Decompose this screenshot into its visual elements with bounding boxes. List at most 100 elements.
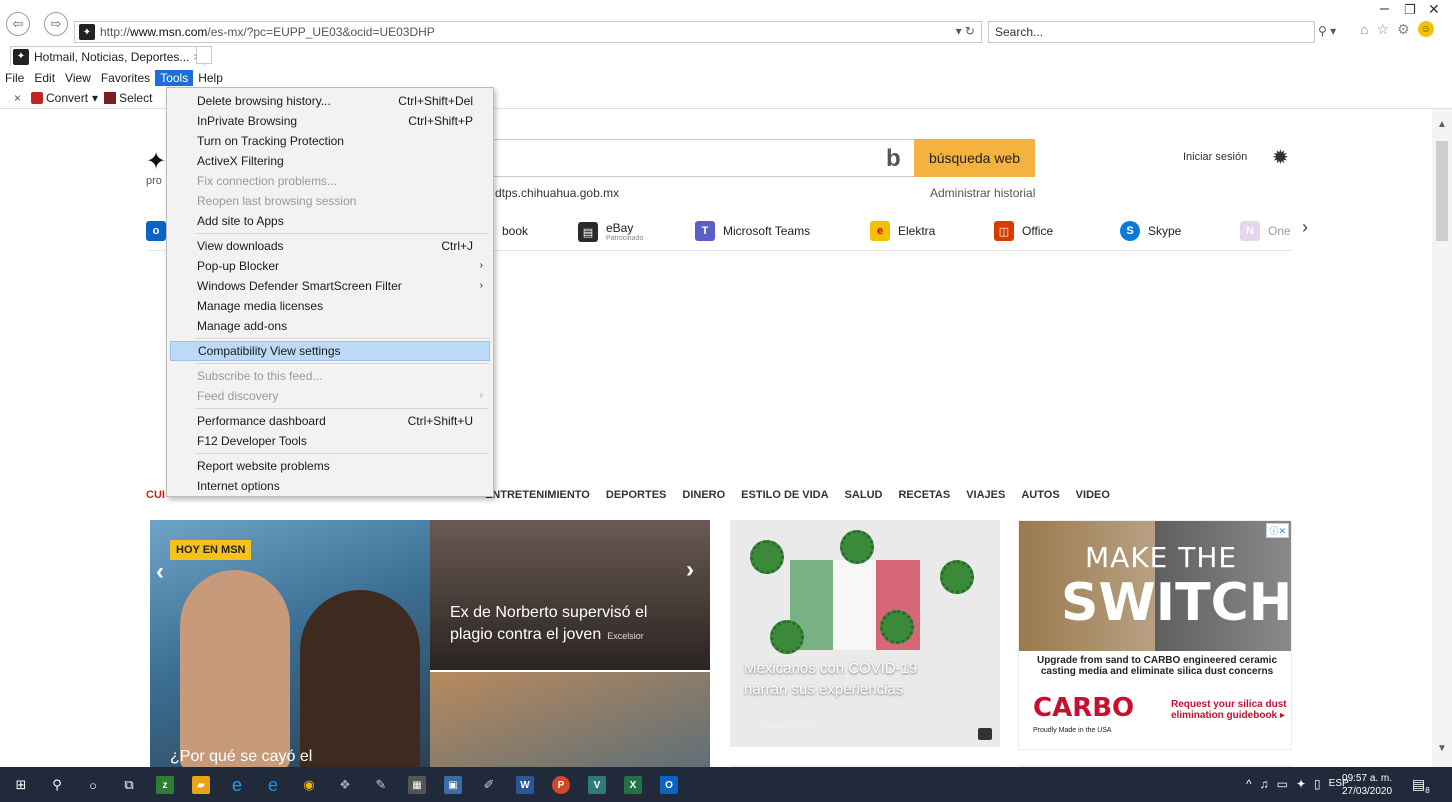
search-dropdown-icon[interactable]: ⚲ ▾ (1318, 24, 1336, 38)
category-item[interactable]: ENTRETENIMIENTO (485, 489, 590, 501)
menu-f12-tools[interactable]: F12 Developer Tools (167, 431, 493, 451)
new-tab-button[interactable] (196, 46, 212, 64)
login-link[interactable]: Iniciar sesión (1183, 151, 1247, 163)
search-icon[interactable]: ⚲ (48, 776, 66, 794)
menu-activex-filtering[interactable]: ActiveX Filtering (167, 151, 493, 171)
excel-icon[interactable]: X (624, 776, 642, 794)
hero-story-card[interactable]: HOY EN MSN ¿Por qué se cayó el (150, 520, 430, 767)
security-icon[interactable]: ✦ (1296, 777, 1306, 791)
menu-view[interactable]: View (60, 70, 96, 86)
quicklink-ebay[interactable]: ▤ eBay Patrocinado (578, 221, 643, 243)
history-query[interactable]: dtps.chihuahua.gob.mx (495, 186, 619, 200)
category-item[interactable]: DEPORTES (606, 489, 667, 501)
notifications-icon[interactable]: ▤8 (1412, 776, 1430, 795)
carbo-advertisement[interactable]: ⓘ✕ MAKE THE SWITCH Upgrade from sand to … (1018, 520, 1292, 750)
calculator-icon[interactable]: ▦ (408, 776, 426, 794)
covid-story-card[interactable]: Mexicanos con COVID-19 narran sus experi… (730, 520, 1000, 747)
convert-button[interactable]: Convert (46, 91, 88, 105)
app-icon[interactable]: ▣ (444, 776, 462, 794)
word-icon[interactable]: W (516, 776, 534, 794)
category-item[interactable]: RECETAS (898, 489, 950, 501)
menu-inprivate[interactable]: InPrivate Browsing Ctrl+Shift+P (167, 111, 493, 131)
menu-performance-dashboard[interactable]: Performance dashboard Ctrl+Shift+U (167, 411, 493, 431)
menu-delete-history[interactable]: Delete browsing history... Ctrl+Shift+Del (167, 91, 493, 111)
quicklinks-next-icon[interactable]: › (1302, 217, 1308, 238)
category-item[interactable]: AUTOS (1021, 489, 1059, 501)
search-input[interactable]: Search... (988, 21, 1315, 43)
task-view-icon[interactable]: ⧉ (120, 776, 138, 794)
menu-edit[interactable]: Edit (29, 70, 60, 86)
menu-smartscreen[interactable]: Windows Defender SmartScreen Filter › (167, 276, 493, 296)
scroll-down-icon[interactable]: ▼ (1437, 743, 1447, 754)
menu-file[interactable]: File (0, 70, 29, 86)
app-icon[interactable]: ❖ (336, 776, 354, 794)
menu-help[interactable]: Help (193, 70, 228, 86)
app-green-icon[interactable]: z (156, 776, 174, 794)
select-button[interactable]: Select (119, 91, 152, 105)
page-scrollbar[interactable]: ▲ ▼ (1432, 109, 1452, 767)
minimize-button[interactable]: – (1380, 0, 1389, 18)
tab-msn[interactable]: ✦ Hotmail, Noticias, Deportes... × (10, 46, 206, 66)
scroll-up-icon[interactable]: ▲ (1437, 119, 1447, 130)
bing-search-button[interactable]: búsqueda web (914, 139, 1035, 177)
outlook-taskbar-icon[interactable]: O (660, 776, 678, 794)
restore-button[interactable]: ❐ (1404, 2, 1416, 18)
address-bar[interactable]: ✦ http://www.msn.com/es-mx/?pc=EUPP_UE03… (74, 21, 982, 43)
close-button[interactable]: ✕ (1428, 1, 1440, 18)
powerpoint-icon[interactable]: P (552, 776, 570, 794)
back-button[interactable]: ⇦ (6, 12, 30, 36)
network-icon[interactable]: ▭ (1277, 777, 1288, 791)
file-explorer-icon[interactable]: ▰ (192, 776, 210, 794)
gear-icon[interactable]: ⚙ (1397, 21, 1410, 38)
favorites-star-icon[interactable]: ☆ (1376, 21, 1389, 38)
mid-story-card[interactable]: Ex de Norberto supervisó el plagio contr… (430, 520, 710, 670)
category-item[interactable]: VIAJES (966, 489, 1005, 501)
app-icon[interactable]: ✎ (372, 776, 390, 794)
menu-tracking-protection[interactable]: Turn on Tracking Protection (167, 131, 493, 151)
menu-media-licenses[interactable]: Manage media licenses (167, 296, 493, 316)
internet-explorer-icon[interactable]: e (228, 775, 246, 795)
visio-icon[interactable]: V (588, 776, 606, 794)
menu-add-site-apps[interactable]: Add site to Apps (167, 211, 493, 231)
category-item[interactable]: ESTILO DE VIDA (741, 489, 828, 501)
chrome-icon[interactable]: ◉ (300, 776, 318, 794)
tray-chevron-icon[interactable]: ^ (1246, 777, 1252, 791)
category-item[interactable]: VIDEO (1076, 489, 1110, 501)
menu-report-problems[interactable]: Report website problems (167, 456, 493, 476)
scroll-thumb[interactable] (1436, 141, 1448, 241)
money-story-card[interactable] (430, 672, 710, 767)
category-first[interactable]: CUI (146, 489, 165, 501)
menu-popup-blocker[interactable]: Pop-up Blocker › (167, 256, 493, 276)
home-icon[interactable]: ⌂ (1360, 21, 1368, 38)
bing-search-input[interactable] (470, 139, 914, 177)
feedback-smiley-icon[interactable]: ☺ (1417, 21, 1434, 37)
volume-icon[interactable]: ♫ (1260, 777, 1269, 791)
quicklink-skype[interactable]: S Skype (1120, 221, 1181, 241)
quicklink-elektra[interactable]: e Elektra (870, 221, 935, 241)
menu-compatibility-view[interactable]: Compatibility View settings (170, 341, 490, 361)
manage-history-link[interactable]: Administrar historial (930, 186, 1035, 200)
windows-start-icon[interactable]: ⊞ (12, 776, 30, 794)
edge-icon[interactable]: e (264, 775, 282, 795)
category-item[interactable]: SALUD (845, 489, 883, 501)
forward-button[interactable]: ⇨ (44, 12, 68, 36)
ad-cta-link[interactable]: Request your silica dust elimination gui… (1171, 699, 1291, 721)
settings-gear-icon[interactable]: ✹ (1272, 145, 1289, 170)
cortana-icon[interactable]: ○ (84, 776, 102, 794)
paint-icon[interactable]: ✐ (480, 776, 498, 794)
close-toolbar-icon[interactable]: × (0, 91, 31, 105)
battery-icon[interactable]: ▯ (1314, 777, 1321, 791)
menu-favorites[interactable]: Favorites (96, 70, 155, 86)
menu-manage-addons[interactable]: Manage add-ons (167, 316, 493, 336)
ad-choices-icon[interactable]: ⓘ✕ (1266, 523, 1289, 538)
category-item[interactable]: DINERO (682, 489, 725, 501)
menu-view-downloads[interactable]: View downloads Ctrl+J (167, 236, 493, 256)
quicklink-onenote[interactable]: N One (1240, 221, 1291, 241)
carousel-next-icon[interactable]: › (686, 556, 694, 584)
quicklink-teams[interactable]: T Microsoft Teams (695, 221, 810, 241)
menu-internet-options[interactable]: Internet options (167, 476, 493, 496)
menu-tools[interactable]: Tools (155, 70, 194, 86)
taskbar-clock[interactable]: 09:57 a. m. 27/03/2020 (1342, 772, 1392, 798)
quicklink-office[interactable]: ◫ Office (994, 221, 1053, 241)
carousel-prev-icon[interactable]: ‹ (156, 558, 164, 586)
